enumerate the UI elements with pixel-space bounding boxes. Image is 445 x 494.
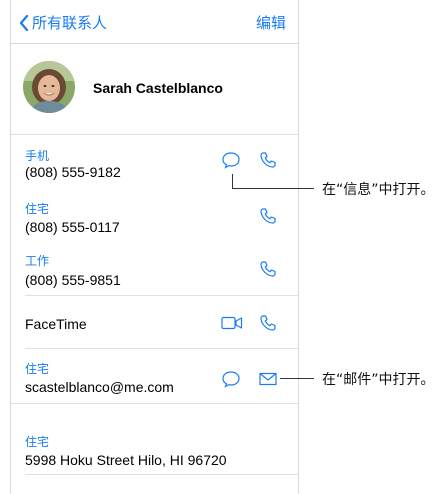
- email-row[interactable]: 住宅 scastelblanco@me.com: [11, 349, 298, 403]
- phone-label: 手机: [25, 149, 50, 163]
- contact-header: Sarah Castelblanco: [11, 44, 298, 134]
- phone-number[interactable]: (808) 555-9182: [25, 164, 121, 180]
- phone-icon[interactable]: [259, 151, 277, 169]
- message-bubble-icon[interactable]: [221, 151, 241, 169]
- contact-card-screen: 所有联系人 编辑 Sarah Castelblanco 手机 (808) 555…: [10, 0, 299, 494]
- phone-icon[interactable]: [259, 260, 277, 278]
- email-address[interactable]: scastelblanco@me.com: [25, 379, 174, 395]
- callout-leader-mail: [280, 378, 314, 379]
- callout-leader-messages: [232, 188, 314, 189]
- address-label: 住宅: [25, 435, 50, 449]
- back-button[interactable]: 所有联系人: [19, 12, 107, 33]
- video-camera-icon[interactable]: [221, 316, 243, 330]
- email-label: 住宅: [25, 362, 50, 376]
- phone-label: 住宅: [25, 202, 50, 216]
- callout-mail: 在“邮件”中打开。: [322, 372, 435, 388]
- phone-icon[interactable]: [259, 207, 277, 225]
- callout-leader-messages: [232, 174, 233, 188]
- avatar: [23, 61, 75, 113]
- phone-row-home[interactable]: 住宅 (808) 555-0117: [11, 187, 298, 239]
- divider: [25, 474, 298, 475]
- contact-name: Sarah Castelblanco: [93, 80, 223, 96]
- facetime-label: FaceTime: [25, 316, 87, 332]
- mail-envelope-icon[interactable]: [259, 372, 277, 386]
- back-button-label: 所有联系人: [32, 14, 108, 32]
- message-bubble-icon[interactable]: [221, 370, 241, 388]
- phone-number[interactable]: (808) 555-0117: [25, 219, 120, 235]
- address-row[interactable]: 住宅 5998 Hoku Street Hilo, HI 96720: [11, 404, 298, 474]
- phone-row-work[interactable]: 工作 (808) 555-9851: [11, 239, 298, 295]
- chevron-left-icon: [19, 14, 29, 31]
- phone-icon[interactable]: [259, 314, 277, 332]
- phone-label: 工作: [25, 254, 50, 268]
- edit-button[interactable]: 编辑: [256, 12, 286, 33]
- address-text[interactable]: 5998 Hoku Street Hilo, HI 96720: [25, 452, 227, 468]
- callout-messages: 在“信息”中打开。: [322, 182, 435, 198]
- facetime-row[interactable]: FaceTime: [11, 296, 298, 348]
- navigation-bar: 所有联系人 编辑: [11, 0, 298, 44]
- phone-number[interactable]: (808) 555-9851: [25, 272, 121, 288]
- phone-row-mobile[interactable]: 手机 (808) 555-9182: [11, 135, 298, 187]
- contact-photo: [23, 61, 75, 113]
